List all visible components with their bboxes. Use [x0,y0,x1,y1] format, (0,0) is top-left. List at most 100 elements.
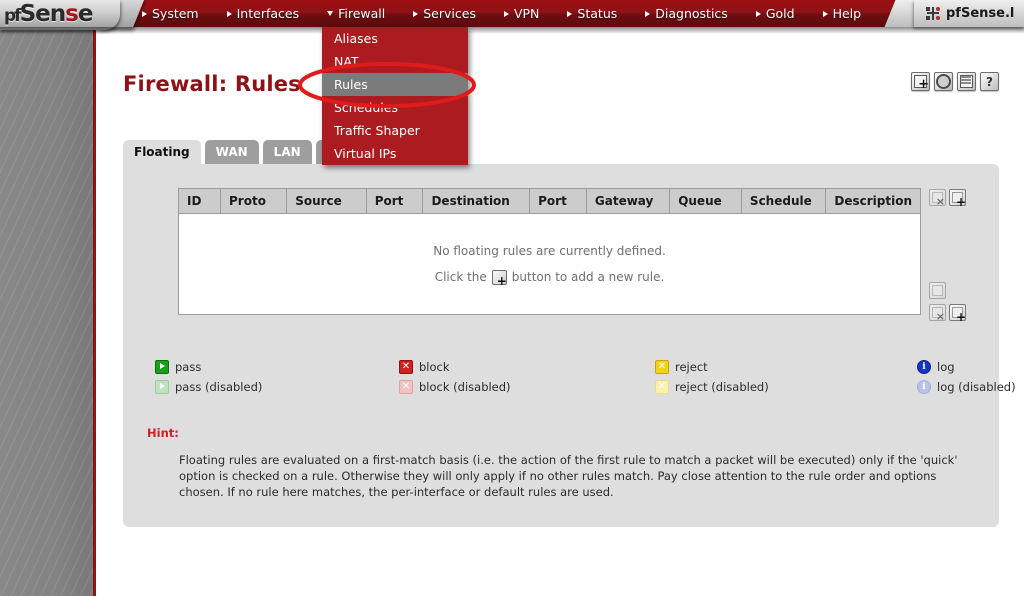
reject-icon-x: ✕ [657,361,667,372]
nav-item-status[interactable]: Status [553,0,631,27]
table-footer-actions-bottom: × + [929,304,966,324]
pfsense-logo[interactable]: pfSense [0,0,120,30]
logo-s: s [65,1,79,27]
help-icon[interactable]: ? [980,72,999,91]
nav-label-interfaces: Interfaces [236,6,300,21]
logo-pf: pf [4,6,22,26]
add-rule-icon[interactable]: + [949,189,966,209]
empty-state-line-2: Click the button to add a new rule. [179,269,920,288]
nav-label-services: Services [423,6,476,21]
legend-item-reject: ✕ reject [655,360,769,374]
menu-item-virtual-ips[interactable]: Virtual IPs [322,142,468,165]
legend-label-log: log [937,360,955,374]
save-icon[interactable] [934,72,953,91]
menu-item-nat[interactable]: NAT [322,50,468,73]
legend-item-pass: pass [155,360,262,374]
log-icon-i: i [922,361,926,372]
page-title: Firewall: Rules [123,72,301,96]
add-rule-icon-plus: + [955,195,966,209]
nav-item-services[interactable]: Services [399,0,490,27]
menu-item-traffic-shaper[interactable]: Traffic Shaper [322,119,468,142]
legend-label-reject-disabled: reject (disabled) [675,380,769,394]
legend-label-block-disabled: block (disabled) [419,380,511,394]
empty-state-line-1: No floating rules are currently defined. [433,243,666,258]
move-rule-icon[interactable] [929,282,946,299]
block-disabled-icon-x: ✕ [401,381,411,392]
log-disabled-icon: i [917,380,931,394]
left-sidebar-texture [0,22,96,596]
column-header-port-src: Port [366,188,424,214]
legend-item-pass-disabled: pass (disabled) [155,380,262,394]
delete-selected-icon[interactable]: × [929,189,946,208]
tab-lan[interactable]: LAN [262,140,312,164]
chevron-right-icon [503,10,509,17]
log-disabled-icon-i: i [922,381,926,392]
pass-icon [155,360,169,374]
table-header-row: ID Proto Source Port Destination Port Ga… [178,188,921,214]
empty-state-text-after: button to add a new rule. [511,270,665,284]
chevron-right-icon [567,10,573,17]
add-rule-icon-footer[interactable]: + [949,304,966,324]
nav-item-interfaces[interactable]: Interfaces [213,0,313,27]
sitemap-icon [926,7,941,20]
legend-item-block-disabled: ✕ block (disabled) [399,380,511,394]
add-rule-icon-footer-plus: + [955,310,966,324]
rules-panel: ID Proto Source Port Destination Port Ga… [123,164,1016,527]
menu-item-rules[interactable]: Rules [322,73,468,96]
nav-item-diagnostics[interactable]: Diagnostics [631,0,742,27]
nav-item-firewall[interactable]: Firewall [313,0,399,27]
table-empty-row: No floating rules are currently defined.… [178,213,921,315]
chevron-down-icon [327,11,334,16]
save-icon-disk [936,74,951,89]
brand-corner-tab[interactable]: pfSense.l [914,0,1024,27]
column-header-description: Description [825,188,921,214]
delete-selected-icon-x: × [935,195,945,208]
chevron-right-icon [226,10,232,17]
main-content-area: Firewall: Rules + ? Floating WAN LAN IPs… [99,30,1024,596]
nav-item-gold[interactable]: Gold [742,0,809,27]
column-header-source: Source [286,188,367,214]
table-footer-actions-top [929,282,946,299]
move-rule-icon-doc [932,285,943,296]
nav-label-system: System [152,6,199,21]
column-header-gateway: Gateway [586,188,671,214]
legend-item-block: ✕ block [399,360,511,374]
column-header-destination: Destination [422,188,531,214]
log-icon: i [917,360,931,374]
hint-label: Hint: [147,426,179,440]
legend-column-block: ✕ block ✕ block (disabled) [399,360,511,394]
list-icon[interactable] [957,72,976,91]
firewall-rules-table: ID Proto Source Port Destination Port Ga… [178,188,921,315]
list-icon-lines [961,76,971,78]
reject-disabled-icon-x: ✕ [657,381,667,392]
tab-wan[interactable]: WAN [204,140,259,164]
menu-item-aliases[interactable]: Aliases [322,27,468,50]
logo-sen: Sen [19,1,67,27]
empty-state-text-before: Click the [434,270,487,284]
nav-label-diagnostics: Diagnostics [655,6,728,21]
nav-label-vpn: VPN [513,6,540,21]
logo-e: e [77,1,94,27]
legend-label-log-disabled: log (disabled) [937,380,1016,394]
add-rule-icon-inline[interactable] [491,269,507,288]
nav-item-help[interactable]: Help [809,0,876,27]
legend-item-reject-disabled: ✕ reject (disabled) [655,380,769,394]
legend-label-pass-disabled: pass (disabled) [175,380,263,394]
empty-state-cell: No floating rules are currently defined.… [178,213,921,315]
chevron-right-icon [142,10,147,17]
legend-label-block: block [419,360,450,374]
add-icon[interactable]: + [911,72,930,91]
reject-disabled-icon: ✕ [655,380,669,394]
menu-item-schedules[interactable]: Schedules [322,96,468,119]
delete-selected-icon-footer[interactable]: × [929,304,946,322]
chevron-right-icon [822,10,828,17]
add-icon-plus: + [918,77,929,92]
legend-column-log: i log i log (disabled) [917,360,1016,394]
legend-column-pass: pass pass (disabled) [155,360,262,394]
nav-label-firewall: Firewall [338,6,386,21]
tab-floating[interactable]: Floating [123,140,201,164]
nav-item-vpn[interactable]: VPN [490,0,553,27]
chevron-right-icon [645,10,651,17]
column-header-proto: Proto [220,188,288,214]
nav-label-help: Help [832,6,862,21]
